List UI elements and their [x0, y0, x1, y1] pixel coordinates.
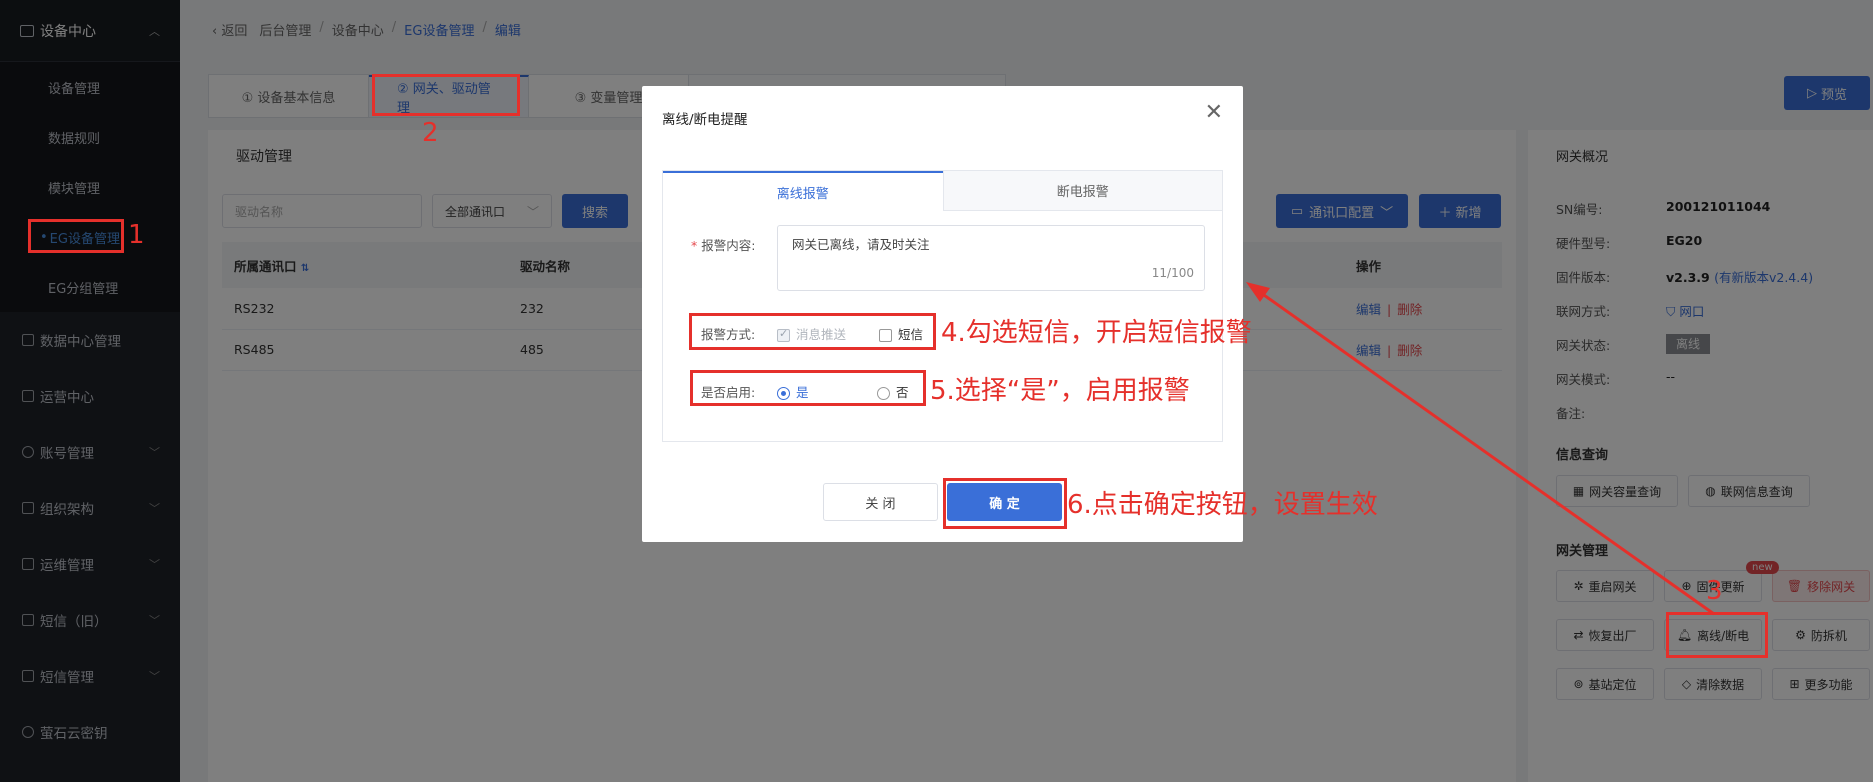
arrow-line: [1253, 286, 1715, 616]
annotation-arrow: [1246, 282, 1715, 616]
arrow-head: [1246, 282, 1270, 302]
